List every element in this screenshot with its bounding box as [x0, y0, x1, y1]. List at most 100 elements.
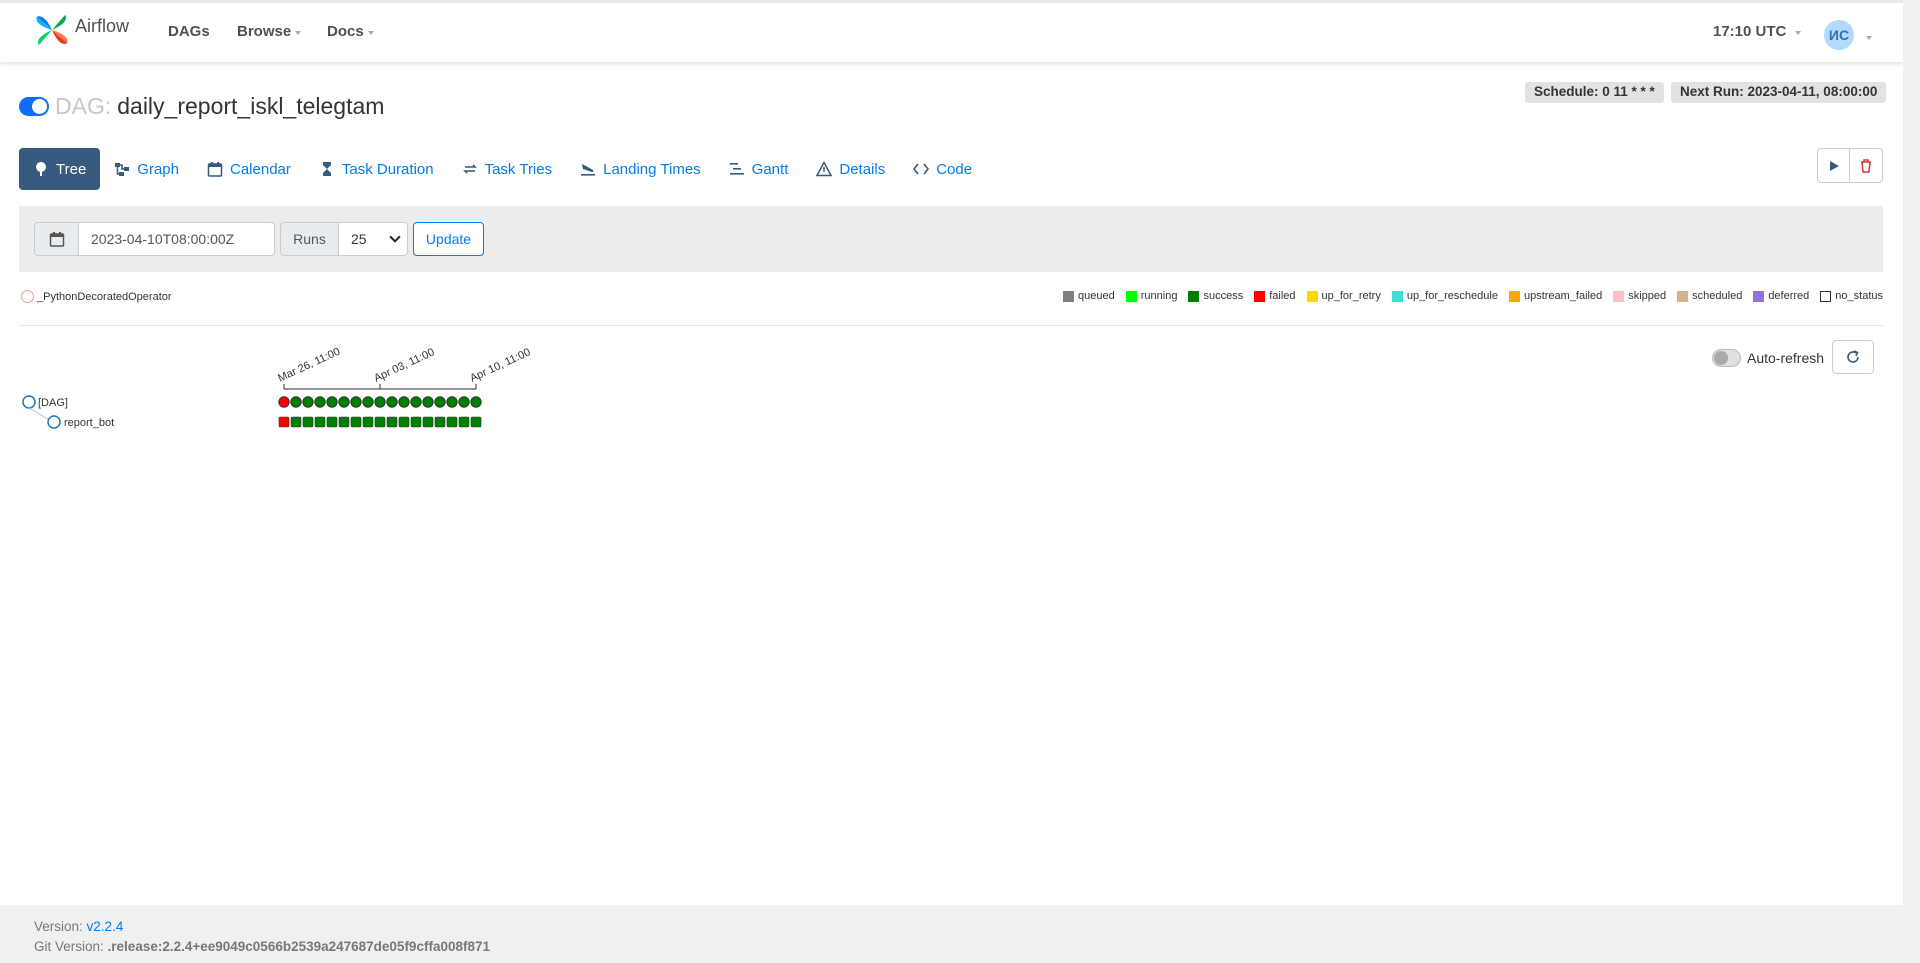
dag-run-circle[interactable] [386, 396, 398, 408]
task-instance-square[interactable] [422, 416, 434, 428]
legend-item-success[interactable]: success [1188, 290, 1243, 302]
tab-gantt[interactable]: Gantt [715, 148, 803, 190]
clock-label: 17:10 UTC [1713, 23, 1787, 40]
code-icon [913, 161, 930, 177]
task-instance-square[interactable] [290, 416, 302, 428]
tab-code[interactable]: Code [899, 148, 986, 190]
tab-calendar[interactable]: Calendar [193, 148, 305, 190]
legend-label: deferred [1768, 290, 1810, 302]
task-instance-square[interactable] [470, 416, 482, 428]
legend-item-upstream-failed[interactable]: upstream_failed [1508, 290, 1602, 302]
tab-tree[interactable]: Tree [19, 148, 101, 190]
nav-browse[interactable]: Browse [237, 23, 302, 40]
legend-item-scheduled[interactable]: scheduled [1677, 290, 1742, 302]
dag-run-circle[interactable] [458, 396, 470, 408]
chevron-down-icon [1866, 36, 1872, 40]
legend-item-failed[interactable]: failed [1254, 290, 1296, 302]
task-instance-square[interactable] [398, 416, 410, 428]
tab-label: Landing Times [603, 160, 701, 178]
tab-landing-times[interactable]: Landing Times [566, 148, 715, 190]
dag-run-circle[interactable] [278, 396, 290, 408]
tab-task-duration[interactable]: Task Duration [305, 148, 448, 190]
brand[interactable]: Airflow [33, 11, 129, 49]
clock-dropdown[interactable]: 17:10 UTC [1713, 23, 1802, 40]
git-version: .release:2.2.4+ee9049c0566b2539a247687de… [107, 939, 490, 954]
dag-run-circle[interactable] [338, 396, 350, 408]
dag-run-circle[interactable] [326, 396, 338, 408]
legend-label: failed [1269, 290, 1296, 302]
dag-run-circle[interactable] [290, 396, 302, 408]
nav-dags[interactable]: DAGs [168, 23, 210, 40]
hourglass-icon [319, 161, 335, 177]
calendar-icon [207, 161, 223, 177]
runs-value: 25 [351, 231, 367, 247]
retry-icon [462, 161, 478, 177]
base-date-input[interactable]: 2023-04-10T08:00:00Z [78, 222, 275, 256]
task-instance-square[interactable] [434, 416, 446, 428]
tab-task-tries[interactable]: Task Tries [448, 148, 567, 190]
dag-run-circle[interactable] [374, 396, 386, 408]
runs-select[interactable]: 25 [338, 222, 408, 256]
version-link[interactable]: v2.2.4 [87, 919, 124, 934]
tab-details[interactable]: Details [802, 148, 899, 190]
task-instance-square[interactable] [374, 416, 386, 428]
auto-refresh-switch[interactable] [1712, 349, 1741, 367]
delete-dag-button[interactable] [1850, 148, 1883, 183]
task-instance-square[interactable] [458, 416, 470, 428]
tree-view: Mar 26, 11:00 Apr 03, 11:00 Apr 10, 11:00 [… [22, 346, 532, 429]
legend-item-skipped[interactable]: skipped [1613, 290, 1666, 302]
dag-run-circle[interactable] [434, 396, 446, 408]
nav-docs[interactable]: Docs [327, 23, 374, 40]
toggle-knob [32, 99, 47, 114]
version-line: Version: v2.2.4 [34, 917, 1903, 937]
legend-label: skipped [1628, 290, 1667, 302]
tab-graph[interactable]: Graph [100, 148, 193, 190]
legend-item-queued[interactable]: queued [1063, 290, 1115, 302]
legend-item-up-for-reschedule[interactable]: up_for_reschedule [1391, 290, 1498, 302]
task-instance-square[interactable] [410, 416, 422, 428]
dag-run-circle[interactable] [350, 396, 362, 408]
dag-prefix: DAG: [55, 93, 112, 119]
legend-swatch [1753, 290, 1765, 302]
avatar[interactable]: ИС [1824, 20, 1854, 50]
dag-run-circle[interactable] [422, 396, 434, 408]
dag-run-circle[interactable] [446, 396, 458, 408]
auto-refresh-toggle[interactable]: Auto-refresh [1712, 349, 1824, 367]
tab-label: Code [936, 160, 973, 178]
date-picker-button[interactable] [34, 222, 79, 256]
task-instance-square[interactable] [302, 416, 314, 428]
scrollbar[interactable] [1903, 0, 1920, 963]
dag-pause-toggle[interactable] [19, 97, 49, 116]
warning-triangle-icon [816, 160, 833, 177]
tab-label: Tree [56, 160, 87, 178]
task-instance-square[interactable] [338, 416, 350, 428]
task-instance-square[interactable] [278, 416, 290, 428]
task-node-circle[interactable] [47, 415, 61, 429]
dag-run-circle[interactable] [470, 396, 482, 408]
task-instance-square[interactable] [350, 416, 362, 428]
legend-label: queued [1078, 290, 1115, 302]
legend-swatch [1613, 290, 1625, 302]
dag-node-circle[interactable] [22, 395, 36, 409]
task-instance-square[interactable] [446, 416, 458, 428]
task-instance-square[interactable] [386, 416, 398, 428]
dag-run-circle[interactable] [410, 396, 422, 408]
dag-run-circle[interactable] [362, 396, 374, 408]
legend-item-no-status[interactable]: no_status [1820, 290, 1883, 302]
legend-item-running[interactable]: running [1125, 290, 1177, 302]
task-instance-square[interactable] [314, 416, 326, 428]
legend-label: no_status [1835, 290, 1883, 302]
legend-item-deferred[interactable]: deferred [1753, 290, 1809, 302]
trash-icon [1861, 158, 1871, 173]
trigger-dag-button[interactable] [1817, 148, 1850, 183]
dag-run-circle[interactable] [398, 396, 410, 408]
dag-run-circle[interactable] [302, 396, 314, 408]
tree-icon [33, 161, 49, 177]
update-button[interactable]: Update [413, 222, 484, 256]
dag-run-circle[interactable] [314, 396, 326, 408]
task-instance-square[interactable] [326, 416, 338, 428]
version-prefix: Version: [34, 919, 83, 934]
legend-item-up-for-retry[interactable]: up_for_retry [1306, 290, 1381, 302]
refresh-button[interactable] [1832, 340, 1874, 374]
task-instance-square[interactable] [362, 416, 374, 428]
